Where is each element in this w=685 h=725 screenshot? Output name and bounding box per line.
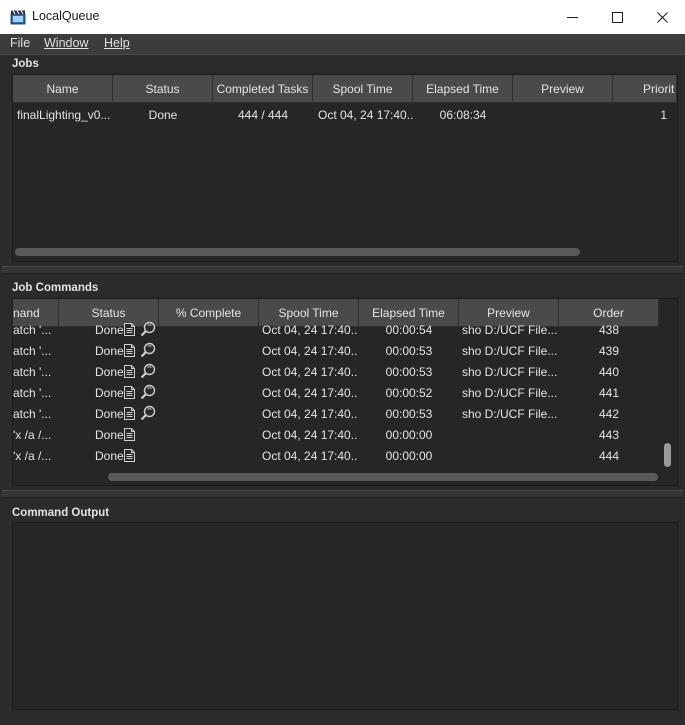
elapsed-time-cell: 00:00:52 — [385, 386, 433, 400]
jobs-table: Name Status Completed Tasks Spool Time E… — [12, 74, 678, 262]
spool-time-cell: Oct 04, 24 17:40... — [262, 386, 358, 400]
spool-time-cell: Oct 04, 24 17:40... — [262, 344, 358, 358]
order-cell: 444 — [598, 449, 620, 463]
magnifier-icon[interactable] — [140, 405, 156, 421]
jobs-header-priority[interactable]: Priorit — [613, 75, 677, 103]
job-spool-time: Oct 04, 24 17:40... — [318, 108, 413, 122]
order-cell: 441 — [598, 386, 620, 400]
spool-time-cell: Oct 04, 24 17:40... — [262, 407, 358, 421]
maximize-icon — [611, 11, 623, 23]
spool-time-cell: Oct 04, 24 17:40... — [262, 323, 358, 337]
commands-vertical-scrollbar[interactable] — [664, 443, 671, 467]
order-cell: 439 — [598, 344, 620, 358]
jobs-header-elapsed-time[interactable]: Elapsed Time — [413, 75, 513, 103]
elapsed-time-cell: 00:00:53 — [385, 407, 433, 421]
close-icon — [656, 11, 668, 23]
order-cell: 438 — [598, 323, 620, 337]
jobs-horizontal-scrollbar[interactable] — [15, 248, 580, 256]
command-cell: atch '... — [13, 323, 52, 337]
jobs-header-preview[interactable]: Preview — [513, 75, 613, 103]
magnifier-icon[interactable] — [140, 321, 156, 337]
order-cell: 443 — [598, 428, 620, 442]
command-output-section-label: Command Output — [12, 507, 110, 519]
elapsed-time-cell: 00:00:00 — [385, 428, 433, 442]
job-completed-tasks: 444 / 444 — [237, 108, 289, 122]
document-icon[interactable] — [124, 386, 135, 399]
preview-cell: sho D:/UCF File... — [462, 407, 558, 421]
menu-file[interactable]: File — [10, 36, 30, 50]
minimize-icon — [566, 16, 578, 18]
command-cell: atch '... — [13, 344, 52, 358]
splitter-handle[interactable] — [2, 490, 683, 498]
magnifier-icon[interactable] — [140, 342, 156, 358]
elapsed-time-cell: 00:00:00 — [385, 449, 433, 463]
elapsed-time-cell: 00:00:54 — [385, 323, 433, 337]
magnifier-icon[interactable] — [140, 363, 156, 379]
preview-cell: sho D:/UCF File... — [462, 365, 558, 379]
document-icon[interactable] — [124, 428, 135, 441]
jobs-section-label: Jobs — [12, 58, 39, 70]
menu-help[interactable]: Help — [104, 36, 130, 50]
order-cell: 440 — [598, 365, 620, 379]
jobs-header-spool-time[interactable]: Spool Time — [313, 75, 413, 103]
document-icon[interactable] — [124, 323, 135, 336]
preview-cell: sho D:/UCF File... — [462, 323, 558, 337]
document-icon[interactable] — [124, 344, 135, 357]
job-commands-section-label: Job Commands — [12, 282, 99, 294]
magnifier-icon[interactable] — [140, 384, 156, 400]
clapperboard-icon — [10, 10, 26, 25]
job-commands-table: nand Status % Complete Spool Time Elapse… — [12, 298, 678, 486]
preview-cell: sho D:/UCF File... — [462, 386, 558, 400]
document-icon[interactable] — [124, 365, 135, 378]
elapsed-time-cell: 00:00:53 — [385, 365, 433, 379]
command-output-area[interactable] — [12, 522, 678, 710]
command-cell: 'x /a /... — [13, 449, 52, 463]
jobs-header-completed-tasks[interactable]: Completed Tasks — [213, 75, 313, 103]
command-cell: atch '... — [13, 407, 52, 421]
title-bar: LocalQueue — [0, 0, 685, 35]
window-title: LocalQueue — [32, 9, 100, 23]
menu-window[interactable]: Window — [44, 36, 88, 50]
command-cell: atch '... — [13, 365, 52, 379]
spool-time-cell: Oct 04, 24 17:40... — [262, 365, 358, 379]
document-icon[interactable] — [124, 449, 135, 462]
commands-header-percent-complete[interactable]: % Complete — [159, 299, 259, 327]
jobs-header-status[interactable]: Status — [113, 75, 213, 103]
command-cell: 'x /a /... — [13, 428, 52, 442]
elapsed-time-cell: 00:00:53 — [385, 344, 433, 358]
minimize-button[interactable] — [549, 0, 595, 34]
menu-bar: File Window Help — [0, 34, 685, 55]
jobs-header-name[interactable]: Name — [13, 75, 113, 103]
job-elapsed-time: 06:08:34 — [439, 108, 487, 122]
close-button[interactable] — [639, 0, 685, 34]
order-cell: 442 — [598, 407, 620, 421]
splitter-handle[interactable] — [2, 266, 683, 274]
preview-cell: sho D:/UCF File... — [462, 344, 558, 358]
command-cell: atch '... — [13, 386, 52, 400]
job-status: Done — [148, 108, 178, 122]
job-name: finalLighting_v0... — [17, 108, 111, 122]
spool-time-cell: Oct 04, 24 17:40... — [262, 428, 358, 442]
commands-horizontal-scrollbar[interactable] — [108, 473, 658, 481]
job-priority: 1 — [660, 108, 667, 122]
maximize-button[interactable] — [594, 0, 640, 34]
document-icon[interactable] — [124, 407, 135, 420]
spool-time-cell: Oct 04, 24 17:40... — [262, 449, 358, 463]
